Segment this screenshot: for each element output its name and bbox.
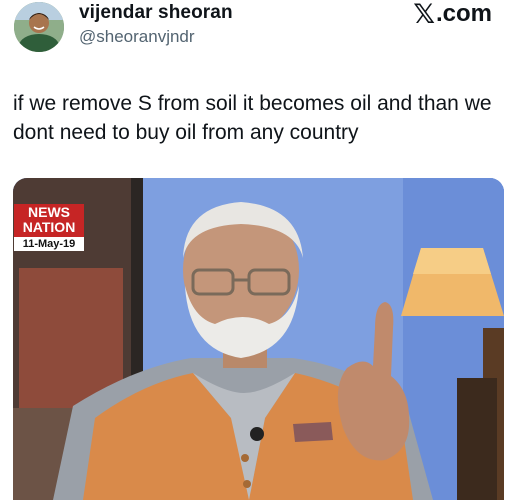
channel-logo: NEWS NATION 11-May-19 (14, 204, 84, 251)
x-logo-icon: 𝕏 (413, 0, 435, 29)
brand-domain: .com (435, 0, 492, 27)
tweet-text: if we remove S from soil it becomes oil … (13, 92, 492, 144)
author-handle[interactable]: @sheoranvjndr (79, 26, 233, 48)
avatar[interactable] (14, 2, 64, 52)
author-display-name[interactable]: vijendar sheoran (79, 2, 233, 24)
channel-logo-line1: NEWS (28, 204, 70, 220)
tweet-media[interactable]: NEWS NATION 11-May-19 (13, 178, 504, 500)
broadcast-date: 11-May-19 (14, 236, 84, 251)
profile-photo-icon (14, 2, 64, 52)
channel-logo-line2: NATION (22, 219, 76, 235)
brand-logo: 𝕏 .com (413, 0, 492, 28)
news-studio-image (13, 178, 504, 500)
author-info: vijendar sheoran @sheoranvjndr (79, 2, 233, 48)
